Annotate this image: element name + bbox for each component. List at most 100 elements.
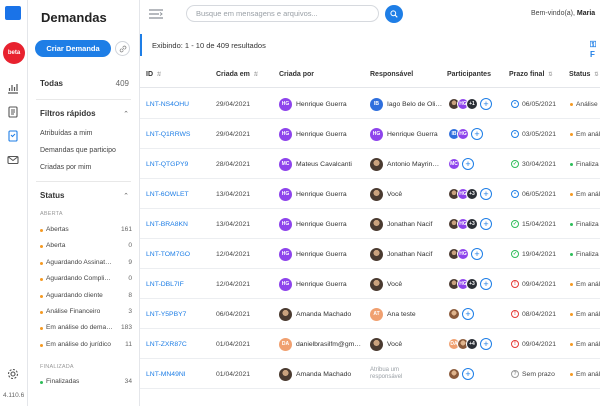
table-row[interactable]: LNT-TOM7GO 12/04/2021 HG Henrique Guerra Jon… xyxy=(140,239,600,269)
demand-id-link[interactable]: LNT-NS4OHU xyxy=(146,89,189,119)
demand-id-link[interactable]: LNT-BRA8KN xyxy=(146,209,188,239)
table-row[interactable]: LNT-ZXR87C 01/04/2021 DA danielbrasilfm@gm…… xyxy=(140,329,600,359)
status-filter-item[interactable]: Finalizadas 34 xyxy=(40,378,132,388)
status-filter-item[interactable]: Aguardando Compli… 0 xyxy=(40,275,132,285)
created-by: HG Henrique Guerra xyxy=(279,209,347,239)
workspace-badge[interactable]: beta xyxy=(3,42,25,64)
add-participant-button[interactable]: + xyxy=(462,368,474,380)
header-status[interactable]: Status ⇅ xyxy=(569,71,598,78)
more-participants-badge[interactable]: +1 xyxy=(466,98,478,110)
settings-gear-icon[interactable] xyxy=(7,368,19,380)
demand-id-link[interactable]: LNT-DBL7IF xyxy=(146,269,184,299)
filter-all-count: 409 xyxy=(115,79,129,88)
table-row[interactable]: LNT-NS4OHU 29/04/2021 HG Henrique Guerra IB I… xyxy=(140,89,600,119)
welcome-text[interactable]: Bem-vindo(a), Maria xyxy=(531,10,595,17)
search-button[interactable] xyxy=(385,5,403,23)
filter-all-label[interactable]: Todas xyxy=(40,79,63,88)
quick-filters-title[interactable]: Filtros rápidos xyxy=(40,109,96,118)
add-participant-button[interactable]: + xyxy=(480,98,492,110)
table-row[interactable]: LNT-QTGPY9 28/04/2021 MC Mateus Cavalcanti A… xyxy=(140,149,600,179)
more-participants-badge[interactable]: +4 xyxy=(466,338,478,350)
status-dot xyxy=(570,132,573,136)
quick-filter-created-by-me[interactable]: Criadas por mim xyxy=(40,164,91,171)
status-filter-item[interactable]: Em análise do jurídico 11 xyxy=(40,341,132,351)
demand-id-link[interactable]: LNT-QTGPY9 xyxy=(146,149,188,179)
overdue-icon: ! xyxy=(511,340,519,348)
demand-id-link[interactable]: LNT-TOM7GO xyxy=(146,239,190,269)
status-filter-item[interactable]: Aguardando cliente 8 xyxy=(40,292,132,302)
header-created-at[interactable]: Criada em ⇅ xyxy=(216,71,258,78)
demand-id-link[interactable]: LNT-MN49NI xyxy=(146,359,186,389)
status-dot xyxy=(40,261,43,265)
assign-responsible-link[interactable]: Atribua um responsável xyxy=(370,359,432,389)
status-filter-item[interactable]: Análise Financeiro 3 xyxy=(40,308,132,318)
status-dot xyxy=(40,327,43,331)
header-created-by[interactable]: Criada por xyxy=(279,71,314,78)
deadline: • 03/05/2021 xyxy=(511,119,556,149)
menu-toggle-icon[interactable] xyxy=(149,9,163,19)
status-filter-item[interactable]: Abertas 161 xyxy=(40,226,132,236)
more-participants-badge[interactable]: +3 xyxy=(466,218,478,230)
status-dot xyxy=(40,245,43,249)
creator-name: Henrique Guerra xyxy=(296,130,347,138)
participants: IB HG + xyxy=(448,119,483,149)
quick-filter-participating[interactable]: Demandas que participo xyxy=(40,147,116,154)
header-participants[interactable]: Participantes xyxy=(447,71,491,78)
demand-id-link[interactable]: LNT-6OWLET xyxy=(146,179,189,209)
responsible: AT Ana teste xyxy=(370,299,416,329)
status-section-title[interactable]: Status xyxy=(40,191,64,200)
filter-button[interactable]: ⚿ F xyxy=(590,40,600,59)
table-row[interactable]: LNT-DBL7IF 12/04/2021 HG Henrique Guerra Voc… xyxy=(140,269,600,299)
table-row[interactable]: LNT-BRA8KN 13/04/2021 HG Henrique Guerra Jon… xyxy=(140,209,600,239)
deadline: ✓ 15/04/2021 xyxy=(511,209,556,239)
status-filter-item[interactable]: Em análise do dema… 183 xyxy=(40,324,132,334)
status-filter-label: Aguardando cliente xyxy=(46,291,103,299)
creator-name: Henrique Guerra xyxy=(296,190,347,198)
app-logo-icon[interactable] xyxy=(5,6,21,20)
document-icon[interactable] xyxy=(7,106,19,118)
table-row[interactable]: LNT-Y5PBY7 06/04/2021 Amanda Machado AT Ana … xyxy=(140,299,600,329)
header-id[interactable]: ID ⇅ xyxy=(146,71,161,78)
demand-id-link[interactable]: LNT-Y5PBY7 xyxy=(146,299,186,329)
quick-filter-assigned-to-me[interactable]: Atribuídas a mim xyxy=(40,130,93,137)
demand-id-link[interactable]: LNT-ZXR87C xyxy=(146,329,187,359)
chevron-up-icon[interactable]: ⌃ xyxy=(123,110,129,118)
avatar: DA xyxy=(279,337,292,351)
table-row[interactable]: LNT-6OWLET 13/04/2021 HG Henrique Guerra Voc… xyxy=(140,179,600,209)
topbar: Bem-vindo(a), Maria xyxy=(140,0,600,30)
add-participant-button[interactable]: + xyxy=(462,158,474,170)
table-row[interactable]: LNT-Q1RRWS 29/04/2021 HG Henrique Guerra HG H… xyxy=(140,119,600,149)
table-row[interactable]: LNT-MN49NI 01/04/2021 Amanda Machado Atribu… xyxy=(140,359,600,389)
status-text: Em análi xyxy=(576,280,600,288)
add-participant-button[interactable]: + xyxy=(480,338,492,350)
filter-label: F xyxy=(590,50,595,59)
add-participant-button[interactable]: + xyxy=(480,218,492,230)
chart-icon[interactable] xyxy=(7,82,19,94)
copy-link-button[interactable] xyxy=(115,41,130,56)
mail-icon[interactable] xyxy=(7,154,19,166)
demand-id-link[interactable]: LNT-Q1RRWS xyxy=(146,119,190,149)
status-dot xyxy=(570,222,573,226)
demands-icon[interactable] xyxy=(7,130,19,142)
header-deadline[interactable]: Prazo final ⇅ xyxy=(509,71,552,78)
header-responsible[interactable]: Responsável xyxy=(370,71,413,78)
status-filter-item[interactable]: Aberta 0 xyxy=(40,242,132,252)
add-participant-button[interactable]: + xyxy=(471,248,483,260)
avatar xyxy=(279,307,292,321)
add-participant-button[interactable]: + xyxy=(480,278,492,290)
add-participant-button[interactable]: + xyxy=(462,308,474,320)
add-participant-button[interactable]: + xyxy=(480,188,492,200)
status-dot xyxy=(570,312,573,316)
add-participant-button[interactable]: + xyxy=(471,128,483,140)
chevron-up-icon[interactable]: ⌃ xyxy=(123,192,129,200)
search-input[interactable] xyxy=(186,5,379,22)
create-demand-button[interactable]: Criar Demanda xyxy=(35,40,111,57)
deadline-date: 06/05/2021 xyxy=(522,100,557,108)
deadline: ! 09/04/2021 xyxy=(511,269,556,299)
status-filter-label: Finalizadas xyxy=(46,378,80,385)
status-filter-item[interactable]: Aguardando Assinat… 9 xyxy=(40,259,132,269)
more-participants-badge[interactable]: +3 xyxy=(466,188,478,200)
more-participants-badge[interactable]: +3 xyxy=(466,278,478,290)
participant-avatar: HG xyxy=(457,248,469,260)
search-icon xyxy=(390,10,398,18)
